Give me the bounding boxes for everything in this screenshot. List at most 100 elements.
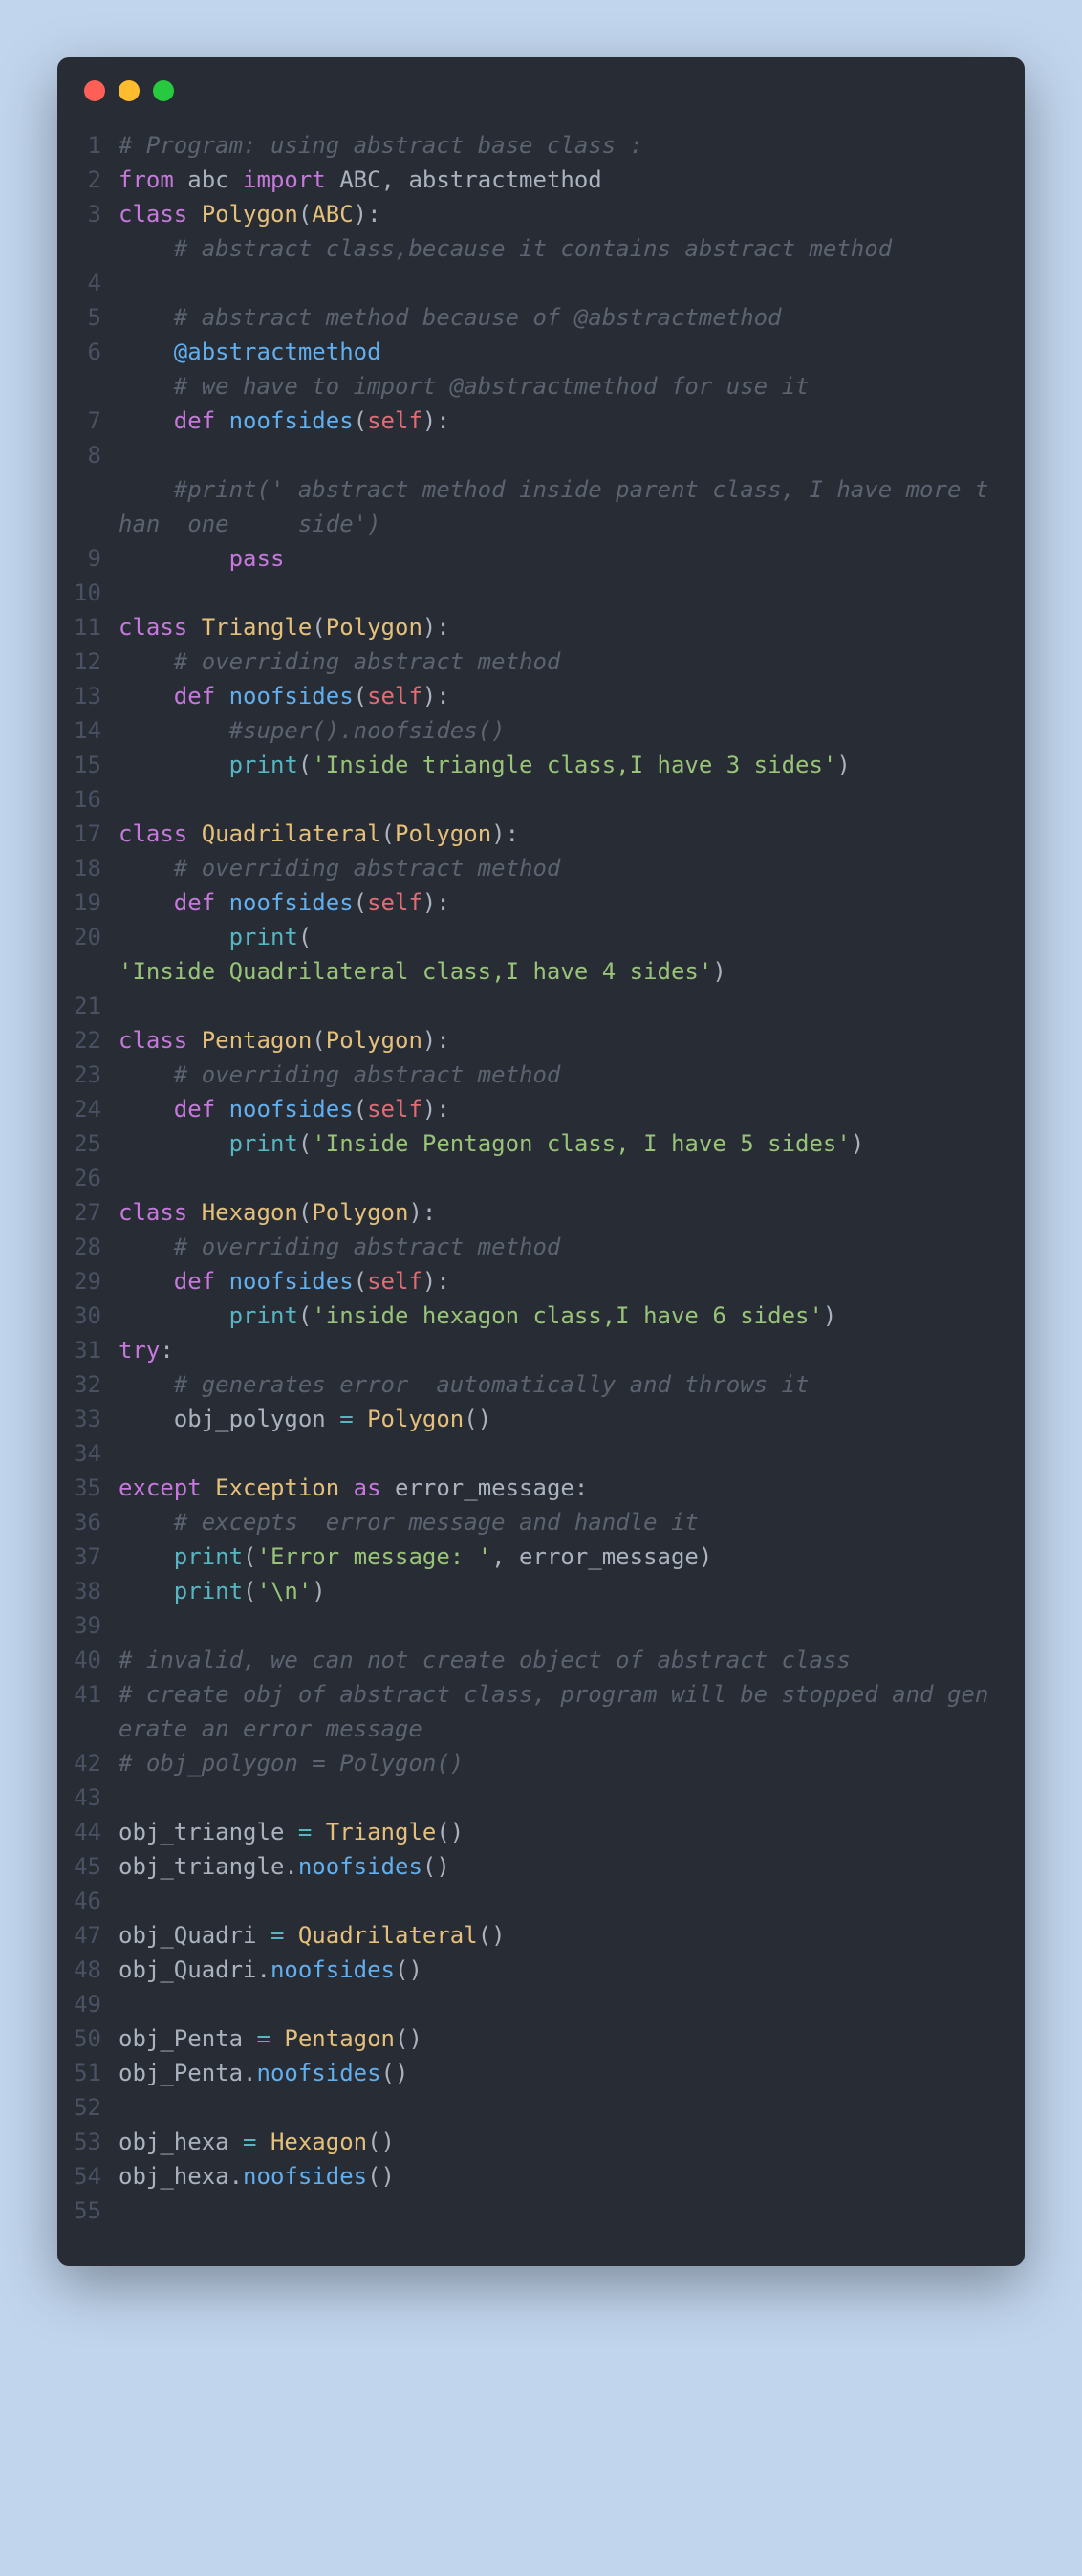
code-line[interactable]: 25 print('Inside Pentagon class, I have … <box>67 1126 998 1161</box>
code-content[interactable]: obj_hexa = Hexagon() <box>119 2125 998 2159</box>
code-line[interactable]: 7 def noofsides(self): <box>67 404 998 438</box>
code-line[interactable]: 12 # overriding abstract method <box>67 644 998 679</box>
code-line[interactable]: 1# Program: using abstract base class : <box>67 128 998 163</box>
code-content[interactable]: obj_triangle.noofsides() <box>119 1849 998 1884</box>
code-content[interactable]: # obj_polygon = Polygon() <box>119 1746 998 1780</box>
code-content[interactable]: obj_Quadri = Quadrilateral() <box>119 1918 998 1953</box>
code-content[interactable]: class Quadrilateral(Polygon): <box>119 817 998 851</box>
code-line[interactable]: 18 # overriding abstract method <box>67 851 998 885</box>
code-line[interactable]: 45obj_triangle.noofsides() <box>67 1849 998 1884</box>
code-line[interactable]: 30 print('inside hexagon class,I have 6 … <box>67 1299 998 1333</box>
code-line[interactable]: 39 <box>67 1608 998 1643</box>
code-content[interactable]: print('\n') <box>119 1574 998 1608</box>
minimize-icon[interactable] <box>119 80 140 101</box>
code-area[interactable]: 1# Program: using abstract base class :2… <box>57 119 1025 2238</box>
code-line[interactable]: 40# invalid, we can not create object of… <box>67 1643 998 1677</box>
code-line[interactable]: 6 @abstractmethod <box>67 335 998 369</box>
code-line[interactable]: 16 <box>67 782 998 817</box>
code-line[interactable]: 'Inside Quadrilateral class,I have 4 sid… <box>67 954 998 989</box>
code-line[interactable]: 29 def noofsides(self): <box>67 1264 998 1299</box>
code-content[interactable]: #print(' abstract method inside parent c… <box>119 472 998 541</box>
code-line[interactable]: 28 # overriding abstract method <box>67 1230 998 1264</box>
code-line[interactable]: 23 # overriding abstract method <box>67 1058 998 1092</box>
code-content[interactable]: print('Inside Pentagon class, I have 5 s… <box>119 1126 998 1161</box>
code-content[interactable]: print('Inside triangle class,I have 3 si… <box>119 748 998 782</box>
code-line[interactable]: 3class Polygon(ABC): <box>67 197 998 231</box>
code-line[interactable]: 51obj_Penta.noofsides() <box>67 2056 998 2090</box>
code-line[interactable]: 2from abc import ABC, abstractmethod <box>67 163 998 197</box>
code-line[interactable]: 34 <box>67 1436 998 1471</box>
code-line[interactable]: 14 #super().noofsides() <box>67 713 998 748</box>
code-line[interactable]: #print(' abstract method inside parent c… <box>67 472 998 541</box>
code-content[interactable]: @abstractmethod <box>119 335 998 369</box>
code-line[interactable]: 35except Exception as error_message: <box>67 1471 998 1505</box>
code-line[interactable]: 26 <box>67 1161 998 1195</box>
code-line[interactable]: 4 <box>67 266 998 300</box>
code-content[interactable]: except Exception as error_message: <box>119 1471 998 1505</box>
code-content[interactable]: class Hexagon(Polygon): <box>119 1195 998 1230</box>
code-content[interactable]: obj_triangle = Triangle() <box>119 1815 998 1849</box>
code-content[interactable]: obj_Quadri.noofsides() <box>119 1953 998 1987</box>
code-content[interactable]: def noofsides(self): <box>119 404 998 438</box>
code-line[interactable]: 53obj_hexa = Hexagon() <box>67 2125 998 2159</box>
code-line[interactable]: 55 <box>67 2194 998 2228</box>
code-content[interactable]: def noofsides(self): <box>119 1264 998 1299</box>
code-line[interactable]: 20 print( <box>67 920 998 954</box>
code-content[interactable]: print('inside hexagon class,I have 6 sid… <box>119 1299 998 1333</box>
code-content[interactable]: obj_hexa.noofsides() <box>119 2159 998 2194</box>
code-content[interactable]: class Pentagon(Polygon): <box>119 1023 998 1058</box>
code-line[interactable]: 41# create obj of abstract class, progra… <box>67 1677 998 1746</box>
code-line[interactable]: 48obj_Quadri.noofsides() <box>67 1953 998 1987</box>
code-line[interactable]: 8 <box>67 438 998 472</box>
code-content[interactable]: def noofsides(self): <box>119 1092 998 1126</box>
code-line[interactable]: 24 def noofsides(self): <box>67 1092 998 1126</box>
code-content[interactable]: # overriding abstract method <box>119 1230 998 1264</box>
code-content[interactable]: # Program: using abstract base class : <box>119 128 998 163</box>
code-line[interactable]: 21 <box>67 989 998 1023</box>
code-line[interactable]: 19 def noofsides(self): <box>67 885 998 920</box>
code-content[interactable]: def noofsides(self): <box>119 885 998 920</box>
code-line[interactable]: 32 # generates error automatically and t… <box>67 1367 998 1402</box>
code-content[interactable]: obj_Penta.noofsides() <box>119 2056 998 2090</box>
code-content[interactable]: # overriding abstract method <box>119 851 998 885</box>
code-content[interactable]: # overriding abstract method <box>119 1058 998 1092</box>
code-content[interactable]: print( <box>119 920 998 954</box>
code-content[interactable]: # generates error automatically and thro… <box>119 1367 998 1402</box>
close-icon[interactable] <box>84 80 105 101</box>
code-content[interactable]: # abstract method because of @abstractme… <box>119 300 998 335</box>
code-content[interactable]: class Polygon(ABC): <box>119 197 998 231</box>
code-line[interactable]: 36 # excepts error message and handle it <box>67 1505 998 1539</box>
code-line[interactable]: 33 obj_polygon = Polygon() <box>67 1402 998 1436</box>
code-line[interactable]: 17class Quadrilateral(Polygon): <box>67 817 998 851</box>
code-line[interactable]: # we have to import @abstractmethod for … <box>67 369 998 404</box>
code-content[interactable]: 'Inside Quadrilateral class,I have 4 sid… <box>119 954 998 989</box>
code-line[interactable]: 52 <box>67 2090 998 2125</box>
code-line[interactable]: 43 <box>67 1780 998 1815</box>
code-line[interactable]: 50obj_Penta = Pentagon() <box>67 2021 998 2056</box>
code-line[interactable]: 42# obj_polygon = Polygon() <box>67 1746 998 1780</box>
code-line[interactable]: 38 print('\n') <box>67 1574 998 1608</box>
code-line[interactable]: 44obj_triangle = Triangle() <box>67 1815 998 1849</box>
code-content[interactable]: # we have to import @abstractmethod for … <box>119 369 998 404</box>
code-content[interactable]: #super().noofsides() <box>119 713 998 748</box>
code-line[interactable]: 37 print('Error message: ', error_messag… <box>67 1539 998 1574</box>
code-line[interactable]: 54obj_hexa.noofsides() <box>67 2159 998 2194</box>
code-line[interactable]: # abstract class,because it contains abs… <box>67 231 998 266</box>
code-content[interactable]: def noofsides(self): <box>119 679 998 713</box>
code-content[interactable]: # invalid, we can not create object of a… <box>119 1643 998 1677</box>
code-line[interactable]: 13 def noofsides(self): <box>67 679 998 713</box>
code-line[interactable]: 31try: <box>67 1333 998 1367</box>
code-content[interactable]: # overriding abstract method <box>119 644 998 679</box>
code-line[interactable]: 27class Hexagon(Polygon): <box>67 1195 998 1230</box>
code-content[interactable]: from abc import ABC, abstractmethod <box>119 163 998 197</box>
code-content[interactable]: try: <box>119 1333 998 1367</box>
code-line[interactable]: 22class Pentagon(Polygon): <box>67 1023 998 1058</box>
code-content[interactable]: pass <box>119 541 998 576</box>
code-content[interactable]: print('Error message: ', error_message) <box>119 1539 998 1574</box>
code-line[interactable]: 9 pass <box>67 541 998 576</box>
code-line[interactable]: 11class Triangle(Polygon): <box>67 610 998 644</box>
code-line[interactable]: 5 # abstract method because of @abstract… <box>67 300 998 335</box>
code-line[interactable]: 10 <box>67 576 998 610</box>
code-line[interactable]: 47obj_Quadri = Quadrilateral() <box>67 1918 998 1953</box>
code-line[interactable]: 15 print('Inside triangle class,I have 3… <box>67 748 998 782</box>
